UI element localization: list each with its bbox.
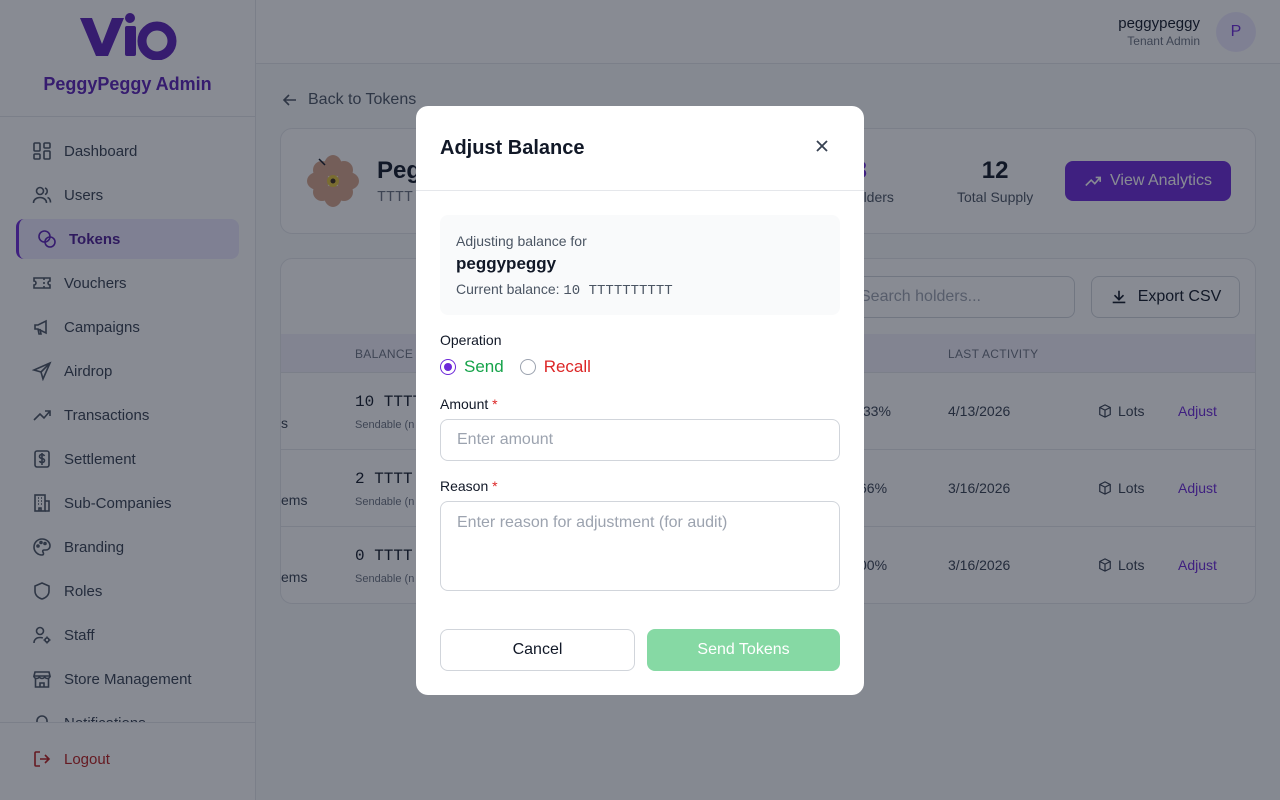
recall-radio-label[interactable]: Recall <box>544 357 591 377</box>
modal-title: Adjust Balance <box>440 137 585 159</box>
send-radio-label[interactable]: Send <box>464 357 504 377</box>
adjusting-label: Adjusting balance for <box>456 233 587 249</box>
current-balance: Current balance: 10 TTTTTTTTTT <box>456 281 673 299</box>
operation-radio-group: Send Recall <box>440 357 591 377</box>
amount-label-text: Amount <box>440 396 489 412</box>
close-icon <box>814 138 830 159</box>
modal-divider <box>416 190 864 191</box>
operation-label: Operation <box>440 332 502 348</box>
reason-label: Reason * <box>440 478 498 494</box>
send-radio[interactable] <box>440 359 456 375</box>
adjust-balance-modal: Adjust Balance Adjusting balance for peg… <box>416 106 864 695</box>
recall-radio[interactable] <box>519 359 536 375</box>
adjust-info-box: Adjusting balance for peggypeggy Current… <box>440 215 840 315</box>
reason-label-text: Reason <box>440 478 489 494</box>
current-balance-label: Current balance: <box>456 281 560 297</box>
required-marker: * <box>492 478 498 494</box>
current-balance-value: 10 TTTTTTTTTT <box>563 283 673 299</box>
close-button[interactable] <box>810 136 834 160</box>
adjusting-username: peggypeggy <box>456 254 557 273</box>
required-marker: * <box>492 396 498 412</box>
cancel-button[interactable]: Cancel <box>440 629 635 671</box>
reason-textarea[interactable]: Enter reason for adjustment (for audit) <box>440 501 840 591</box>
amount-input[interactable]: Enter amount <box>440 419 840 461</box>
send-tokens-button[interactable]: Send Tokens <box>647 629 840 671</box>
amount-label: Amount * <box>440 396 498 412</box>
